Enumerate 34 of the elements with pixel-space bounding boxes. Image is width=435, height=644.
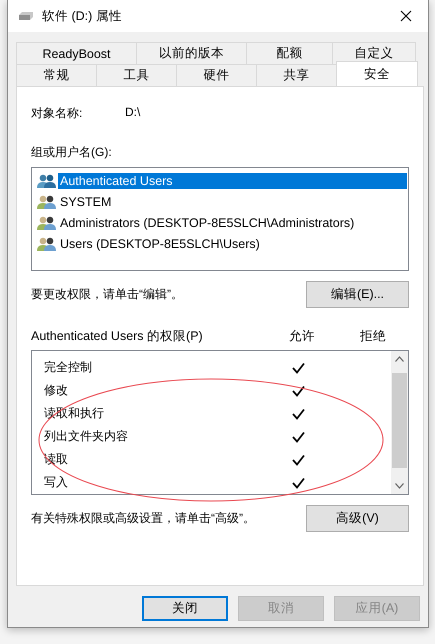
users-icon: [37, 236, 57, 252]
users-icon: [37, 172, 57, 188]
dialog-button: 应用(A): [334, 596, 420, 621]
dialog-button[interactable]: 关闭: [142, 596, 228, 621]
window-title: 软件 (D:) 属性: [42, 8, 123, 24]
drive-icon: [18, 11, 34, 21]
column-header: 允许: [288, 328, 316, 345]
list-item[interactable]: Administrators (DESKTOP-8E5SLCH\Administrators): [58, 214, 356, 230]
list-item[interactable]: Users (DESKTOP-8E5SLCH\Users): [58, 236, 262, 252]
permission-name: 写入: [44, 474, 69, 491]
tab[interactable]: 常规: [16, 64, 97, 86]
hint-text: 要更改权限，请单击“编辑”。: [31, 286, 183, 303]
advanced-button[interactable]: 高级(V): [306, 505, 409, 532]
permission-name: 列出文件夹内容: [44, 428, 129, 445]
users-icon: [37, 194, 57, 210]
permission-name: 修改: [44, 382, 69, 399]
field-label: 对象名称:: [31, 105, 84, 122]
dialog-button: 取消: [238, 596, 324, 621]
list-label: Authenticated Users 的权限(P): [31, 328, 204, 345]
scroll-thumb[interactable]: [392, 373, 407, 468]
list-item[interactable]: SYSTEM: [58, 194, 114, 210]
hint-text: 有关特殊权限或高级设置，请单击“高级”。: [31, 510, 255, 527]
column-header: 拒绝: [359, 328, 387, 345]
tab[interactable]: 安全: [336, 61, 418, 86]
permission-name: 完全控制: [44, 359, 93, 376]
object-name: D:\: [125, 105, 140, 121]
edit-button[interactable]: 编辑(E)...: [306, 281, 409, 308]
permission-name: 读取和执行: [44, 405, 105, 422]
users-icon: [37, 214, 57, 230]
scrollbar[interactable]: [391, 351, 408, 494]
list-item[interactable]: Authenticated Users: [58, 172, 407, 188]
close-icon: [400, 10, 412, 22]
tab[interactable]: ReadyBoost: [16, 42, 137, 64]
list-label: 组或用户名(G):: [31, 144, 113, 161]
